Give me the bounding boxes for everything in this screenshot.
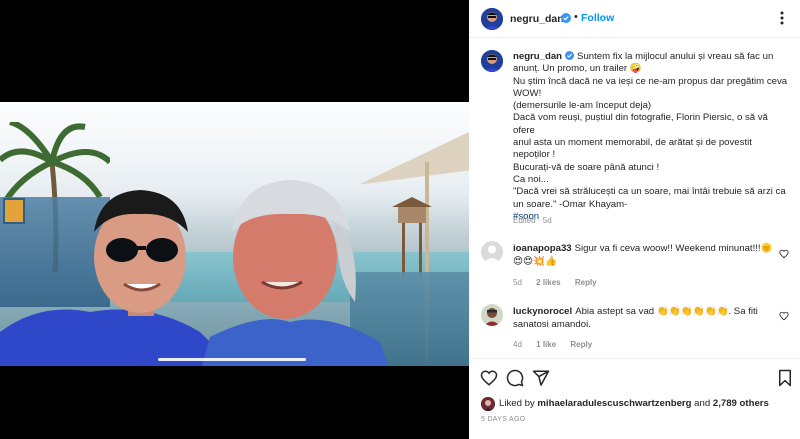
- post-date[interactable]: 5 DAYS AGO: [481, 416, 526, 423]
- comments-section[interactable]: negru_dan Suntem fix la mijlocul anului ș…: [469, 40, 800, 356]
- comment-item: luckynorocel Abia astept sa vad 👏👏👏👏👏👏. S…: [481, 304, 791, 354]
- caption-line: Suntem fix la mijlocul anului și vreau s…: [577, 51, 774, 62]
- photo-lifeguard-hut: [392, 197, 432, 277]
- caption-username[interactable]: negru_dan: [513, 51, 562, 62]
- caption-line: Bucurați-vă de soare până atunci !: [513, 161, 660, 173]
- likes-others-count[interactable]: 2,789 others: [713, 398, 769, 409]
- share-icon[interactable]: [532, 369, 550, 387]
- post-header: negru_dan • Follow: [469, 0, 800, 38]
- caption-line: anul asta un moment memorabil, de arătat…: [513, 137, 752, 149]
- commenter-avatar[interactable]: [481, 241, 503, 263]
- likes-text: Liked by mihaelaradulescuschwartzenberg …: [499, 398, 769, 409]
- comment-username[interactable]: ioanapopa33: [513, 243, 572, 254]
- photo-person-right: [201, 180, 388, 366]
- caption-author-avatar[interactable]: [481, 50, 503, 72]
- comment-reply-button[interactable]: Reply: [570, 340, 592, 349]
- caption-line: Ca noi...: [513, 173, 549, 185]
- comment-meta: 4d 1 like Reply: [513, 340, 604, 349]
- comment-meta: 5d 2 likes Reply: [513, 278, 609, 287]
- media-progress-bar[interactable]: [158, 358, 306, 361]
- comment-like-heart-icon[interactable]: [779, 311, 789, 321]
- more-options-icon[interactable]: [774, 8, 790, 28]
- comment-icon[interactable]: [506, 369, 524, 387]
- bookmark-icon[interactable]: [776, 369, 794, 387]
- comment-age: 5d: [513, 278, 522, 287]
- liker-username[interactable]: mihaelaradulescuschwartzenberg: [537, 398, 691, 409]
- liker-avatar[interactable]: [481, 397, 495, 411]
- follow-button[interactable]: Follow: [581, 12, 614, 24]
- comment-body: Sigur va fi ceva woow!! Weekend minunat!…: [574, 243, 773, 254]
- comment-item: ioanapopa33 Sigur va fi ceva woow!! Weeke…: [481, 241, 791, 291]
- post-photo[interactable]: [0, 102, 469, 366]
- verified-badge-icon: [561, 13, 571, 23]
- likes-prefix: Liked by: [499, 398, 535, 409]
- likes-and: and: [694, 398, 711, 409]
- comment-like-heart-icon[interactable]: [779, 249, 789, 259]
- comment-body: Abia astept sa vad 👏👏👏👏👏👏. Sa fiti: [575, 306, 758, 317]
- comment-body-continued: sanatosi amandoi.: [513, 318, 591, 330]
- likes-summary: Liked by mihaelaradulescuschwartzenberg …: [481, 397, 800, 411]
- post-caption: negru_dan Suntem fix la mijlocul anului ș…: [513, 51, 791, 223]
- comment-username[interactable]: luckynorocel: [513, 306, 572, 317]
- post-side-panel: negru_dan • Follow negru_dan Suntem fix l…: [469, 0, 800, 439]
- caption-line: nepoților !: [513, 149, 556, 161]
- comment-likes[interactable]: 2 likes: [536, 278, 560, 287]
- comment-age: 4d: [513, 340, 522, 349]
- comment-text: ioanapopa33 Sigur va fi ceva woow!! Weeke…: [513, 243, 775, 268]
- caption-line: "Dacă vrei să strălucești ca un soare, m…: [513, 186, 786, 198]
- caption-line: Dacă vom reuși, puștiul din fotografie, …: [513, 112, 768, 136]
- comment-text: luckynorocel Abia astept sa vad 👏👏👏👏👏👏. S…: [513, 306, 775, 331]
- header-separator: •: [574, 11, 578, 23]
- comment-body-continued: 😍😍💥👍: [513, 255, 557, 267]
- author-avatar[interactable]: [481, 8, 503, 30]
- post-media[interactable]: [0, 0, 469, 439]
- caption-verified-icon: [565, 51, 575, 60]
- heart-icon[interactable]: [480, 369, 498, 387]
- caption-line: WOW!: [513, 87, 542, 99]
- caption-line: Nu știm încă dacă ne va ieși ce ne-am pr…: [513, 75, 788, 87]
- commenter-avatar[interactable]: [481, 304, 503, 326]
- post-actions-bar: [469, 358, 800, 394]
- caption-hashtag[interactable]: #soon: [513, 211, 791, 223]
- author-username[interactable]: negru_dan: [510, 13, 564, 25]
- caption-line: un soare." -Omar Khayam-: [513, 198, 628, 210]
- caption-line: (demersurile le-am început deja): [513, 100, 652, 112]
- caption-meta: Edited · 5d: [513, 216, 552, 225]
- comment-likes[interactable]: 1 like: [536, 340, 556, 349]
- comment-reply-button[interactable]: Reply: [575, 278, 597, 287]
- caption-line: anunț. Un promo, un trailer 🤪: [513, 63, 642, 75]
